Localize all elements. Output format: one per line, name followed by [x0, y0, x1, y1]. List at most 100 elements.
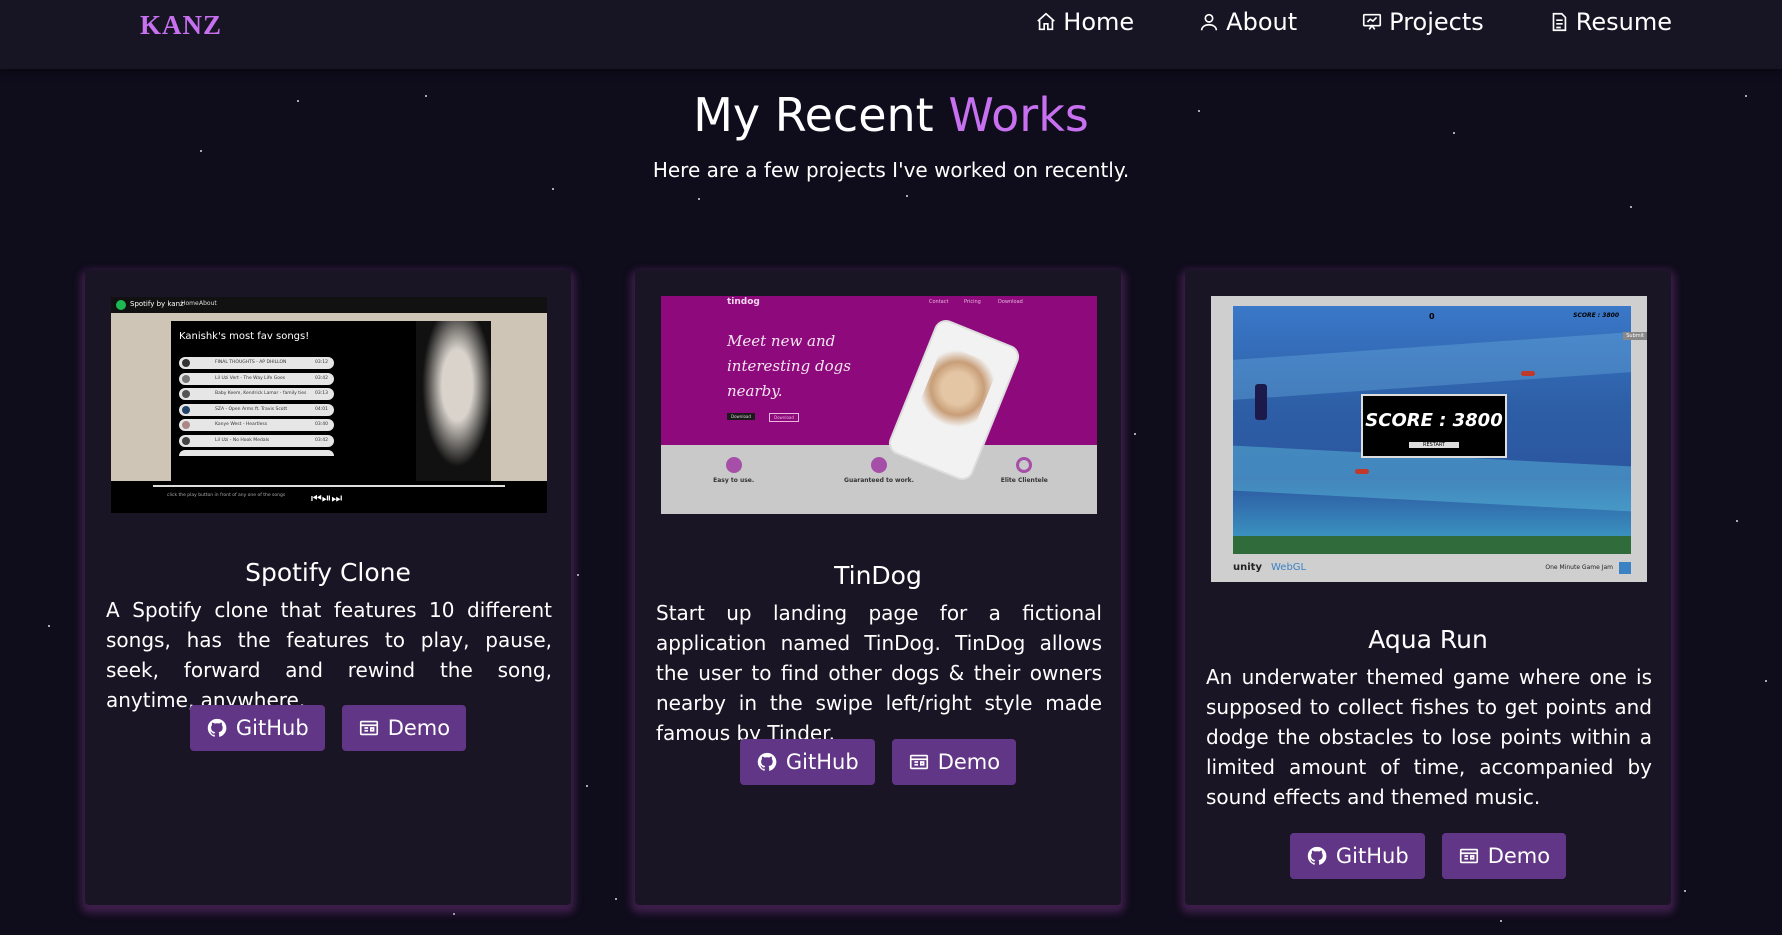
demo-button[interactable]: Demo: [891, 739, 1017, 785]
project-actions: GitHub Demo: [635, 739, 1121, 785]
unity-webgl-label: WebGL: [1271, 562, 1307, 573]
project-card-spotify: Spotify by kanz Home About Kanishk's mos…: [85, 270, 571, 905]
aqua-run-diver-sprite: [1255, 384, 1267, 420]
nav-home-link[interactable]: Home: [1035, 8, 1134, 36]
spotify-preview-song: Lil Uzi - No Hook Medals 03:42: [179, 434, 334, 447]
spotify-preview-song: Kanye West - Heartless 03:40: [179, 419, 334, 431]
tindog-preview-feature-3: Elite Clientele: [974, 457, 1074, 514]
projects-icon: [1363, 13, 1382, 30]
demo-button-label: Demo: [1487, 844, 1551, 868]
github-button[interactable]: GitHub: [1289, 833, 1425, 879]
user-icon: [1201, 13, 1218, 31]
nav-home-label: Home: [1063, 8, 1135, 36]
spotify-preview-image[interactable]: Spotify by kanz Home About Kanishk's mos…: [111, 297, 547, 513]
spotify-preview-song: Lil Uzi Vert - The Way Life Goes 03:42: [179, 372, 334, 385]
demo-button[interactable]: Demo: [1441, 833, 1567, 879]
demo-button-label: Demo: [387, 716, 451, 740]
spotify-preview-brand: Spotify by kanz: [130, 300, 184, 308]
project-title: Spotify Clone: [245, 558, 411, 587]
browser-icon: [909, 754, 928, 770]
spotify-preview-song: SZA - Open Arms ft. Travis Scott 04:01: [179, 403, 334, 416]
spotify-preview-nav-about: About: [199, 300, 217, 307]
project-actions: GitHub Demo: [85, 705, 571, 751]
aqua-run-footer-label: One Minute Game Jam: [1545, 564, 1613, 571]
github-button-label: GitHub: [235, 716, 309, 740]
aqua-run-fish-sprite: [1355, 469, 1369, 474]
aqua-run-unity-footer: unity WebGL One Minute Game Jam: [1233, 554, 1631, 582]
nav-about-label: About: [1226, 8, 1298, 36]
github-icon: [1307, 846, 1327, 865]
spotify-preview-playlist-title: Kanishk's most fav songs!: [179, 331, 310, 342]
fullscreen-icon: [1619, 562, 1631, 574]
tindog-preview-button-1: Download: [727, 413, 755, 420]
project-title: Aqua Run: [1368, 625, 1488, 654]
project-actions: GitHub Demo: [1185, 833, 1671, 879]
demo-button[interactable]: Demo: [341, 705, 467, 751]
github-button-label: GitHub: [1335, 844, 1409, 868]
tindog-preview-button-2: Download: [769, 413, 799, 422]
spotify-preview-nav-home: Home: [181, 300, 199, 307]
aqua-run-preview-image[interactable]: 0 SCORE : 3800 SCORE : 3800 RESTART Subm…: [1211, 296, 1647, 582]
tindog-preview-nav-download: Download: [998, 299, 1023, 305]
target-icon: [1016, 457, 1033, 473]
browser-icon: [359, 720, 378, 736]
project-description: An underwater themed game where one is s…: [1206, 665, 1652, 809]
spotify-preview-song: FINAL THOUGHTS - AP DHILLON 03:12: [179, 357, 334, 369]
nav-projects-link[interactable]: Projects: [1361, 8, 1484, 36]
unity-logo: unity: [1233, 562, 1262, 573]
page-title: My Recent Works: [0, 88, 1782, 142]
aqua-run-submit-button: Submit: [1623, 332, 1647, 340]
project-description: A Spotify clone that features 10 differe…: [106, 598, 552, 712]
tindog-preview-headline: Meet new and interesting dogs nearby.: [727, 332, 851, 400]
project-description: Start up landing page for a fictional ap…: [656, 601, 1102, 745]
browser-icon: [1459, 848, 1478, 864]
page-title-prefix: My Recent: [693, 88, 949, 142]
spotify-preview-artwork: [416, 321, 491, 481]
nav-projects-label: Projects: [1389, 8, 1484, 36]
spotify-preview-footer-hint: click the play button in front of any on…: [167, 493, 286, 498]
demo-button-label: Demo: [937, 750, 1001, 774]
aqua-run-hud-right: SCORE : 3800: [1573, 312, 1619, 319]
spotify-preview-song: Baby Keem, Kendrick Lamar - family ties 0…: [179, 388, 334, 400]
document-icon: [1552, 12, 1567, 32]
nav-resume-link[interactable]: Resume: [1548, 8, 1672, 36]
tindog-preview-nav-pricing: Pricing: [964, 299, 981, 305]
project-title: TinDog: [834, 561, 922, 590]
spotify-preview-song-list: FINAL THOUGHTS - AP DHILLON 03:12 Lil Uzi…: [179, 357, 334, 456]
heart-icon: [870, 457, 887, 473]
github-button-label: GitHub: [785, 750, 859, 774]
spotify-preview-navbar: Spotify by kanz Home About: [111, 297, 547, 313]
tindog-preview-hero: tindog Contact Pricing Download Meet new…: [661, 296, 1097, 484]
github-icon: [757, 752, 777, 771]
github-icon: [207, 718, 227, 737]
spotify-preview-song: [179, 450, 334, 456]
aqua-run-score-dialog: SCORE : 3800 RESTART: [1361, 394, 1507, 458]
tindog-preview-features: Easy to use. Guaranteed to work. Elite C…: [661, 445, 1097, 514]
check-icon: [725, 457, 742, 473]
nav-about-link[interactable]: About: [1198, 8, 1297, 36]
aqua-run-hud-score: 0: [1429, 312, 1435, 321]
project-card-aqua-run: 0 SCORE : 3800 SCORE : 3800 RESTART Subm…: [1185, 270, 1671, 905]
spotify-preview-player-bar: click the play button in front of any on…: [111, 481, 547, 513]
navbar: KANZ Home About Projects Resume: [0, 0, 1782, 69]
tindog-preview-nav-contact: Contact: [929, 299, 949, 305]
tindog-preview-dog: [913, 343, 999, 441]
aqua-run-restart-button: RESTART: [1408, 442, 1460, 448]
project-card-tindog: tindog Contact Pricing Download Meet new…: [635, 270, 1121, 905]
tindog-preview-brand: tindog: [727, 297, 760, 307]
github-button[interactable]: GitHub: [189, 705, 325, 751]
github-button[interactable]: GitHub: [739, 739, 875, 785]
nav-menu: Home About Projects Resume: [971, 8, 1672, 36]
aqua-run-game-canvas: 0 SCORE : 3800 SCORE : 3800 RESTART: [1233, 306, 1631, 554]
tindog-preview-feature-1: Easy to use.: [684, 457, 784, 514]
spotify-preview-controls-icon: ⏮⏯⏭: [311, 491, 343, 505]
spotify-preview-playlist-panel: Kanishk's most fav songs! FINAL THOUGHTS…: [171, 321, 491, 481]
nav-resume-label: Resume: [1575, 8, 1672, 36]
tindog-preview-image[interactable]: tindog Contact Pricing Download Meet new…: [661, 296, 1097, 514]
page-title-accent: Works: [948, 88, 1089, 142]
aqua-run-score-text: SCORE : 3800: [1365, 410, 1503, 431]
spotify-logo-icon: [116, 300, 126, 310]
tindog-preview-feature-2: Guaranteed to work.: [829, 457, 929, 514]
site-logo[interactable]: KANZ: [140, 10, 222, 41]
page-subtitle: Here are a few projects I've worked on r…: [652, 158, 1130, 182]
